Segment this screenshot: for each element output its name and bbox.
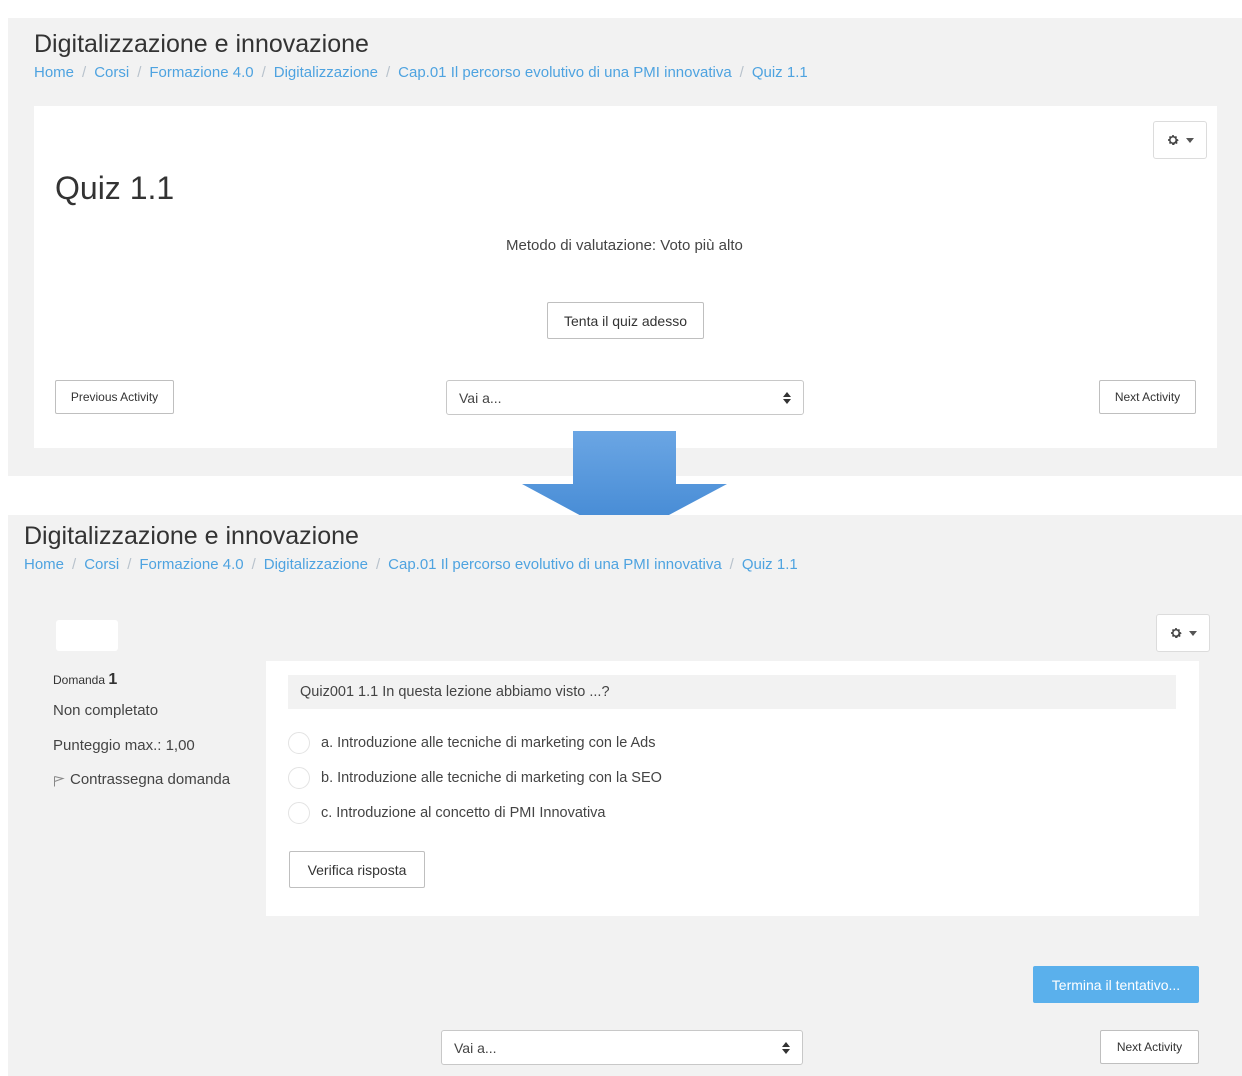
gear-icon: [1168, 135, 1179, 145]
answer-a-text: Introduzione alle tecniche di marketing …: [337, 735, 656, 751]
jump-to-value: Vai a...: [459, 389, 502, 406]
question-text: Quiz001 1.1 In questa lezione abbiamo vi…: [288, 675, 1176, 709]
breadcrumb-home[interactable]: Home: [24, 556, 64, 573]
answer-option-c[interactable]: c. Introduzione al concetto di PMI Innov…: [288, 802, 606, 824]
breadcrumb-chapter[interactable]: Cap.01 Il percorso evolutivo di una PMI …: [398, 64, 732, 81]
breadcrumb-home[interactable]: Home: [34, 64, 74, 81]
question-max-score: Punteggio max.: 1,00: [53, 737, 195, 754]
check-answer-button[interactable]: Verifica risposta: [289, 851, 425, 888]
answer-b-text: Introduzione alle tecniche di marketing …: [337, 770, 662, 786]
breadcrumb-separator: /: [127, 556, 132, 573]
breadcrumb-quiz[interactable]: Quiz 1.1: [742, 556, 798, 573]
breadcrumb: Home / Corsi / Formazione 4.0 / Digitalizzazio…: [34, 64, 808, 81]
answer-option-a[interactable]: a. Introduzione alle tecniche di marketi…: [288, 732, 655, 754]
gear-icon: [1171, 628, 1182, 638]
breadcrumb-corsi[interactable]: Corsi: [84, 556, 119, 573]
grading-method: Metodo di valutazione: Voto più alto: [506, 237, 743, 254]
breadcrumb-separator: /: [72, 556, 77, 573]
flag-question-label: Contrassegna domanda: [70, 771, 231, 788]
answer-a-radio[interactable]: [288, 732, 310, 754]
course-title: Digitalizzazione e innovazione: [24, 522, 359, 550]
breadcrumb-quiz[interactable]: Quiz 1.1: [752, 64, 808, 81]
breadcrumb: Home / Corsi / Formazione 4.0 / Digitalizzazio…: [24, 556, 798, 573]
breadcrumb-separator: /: [385, 64, 391, 81]
breadcrumb-corsi[interactable]: Corsi: [94, 64, 129, 81]
breadcrumb-separator: /: [729, 556, 734, 573]
breadcrumb-separator: /: [251, 556, 256, 573]
breadcrumb-chapter[interactable]: Cap.01 Il percorso evolutivo di una PMI …: [388, 556, 722, 573]
flag-question-link[interactable]: Contrassegna domanda: [53, 771, 230, 788]
question-number-value: 1: [108, 671, 118, 688]
previous-activity-button[interactable]: Previous Activity: [55, 380, 174, 414]
attempt-quiz-button[interactable]: Tenta il quiz adesso: [547, 302, 704, 339]
breadcrumb-separator: /: [82, 64, 87, 81]
answer-c-letter: c.: [321, 805, 333, 821]
answer-b-letter: b.: [321, 770, 334, 786]
flag-icon: [54, 776, 65, 787]
breadcrumb-digitalizzazione[interactable]: Digitalizzazione: [264, 556, 368, 573]
answer-b-radio[interactable]: [288, 767, 310, 789]
jump-to-select[interactable]: Vai a...: [441, 1030, 803, 1065]
question-status: Non completato: [53, 702, 159, 719]
page-title: Quiz 1.1: [55, 170, 175, 206]
select-arrows-icon: [782, 1041, 790, 1054]
breadcrumb-formazione[interactable]: Formazione 4.0: [139, 556, 243, 573]
jump-to-select[interactable]: Vai a...: [446, 380, 804, 415]
settings-menu-button[interactable]: [1153, 121, 1207, 159]
next-activity-button[interactable]: Next Activity: [1100, 1030, 1199, 1064]
quiz-navigation-block[interactable]: [56, 620, 118, 651]
select-arrows-icon: [783, 391, 791, 404]
breadcrumb-digitalizzazione[interactable]: Digitalizzazione: [274, 64, 378, 81]
course-title: Digitalizzazione e innovazione: [34, 30, 369, 58]
answer-c-radio[interactable]: [288, 802, 310, 824]
caret-down-icon: [1186, 137, 1194, 143]
breadcrumb-separator: /: [375, 556, 381, 573]
question-label: Domanda: [53, 673, 106, 687]
finish-attempt-button[interactable]: Termina il tentativo...: [1033, 966, 1199, 1003]
question-number: Domanda 1: [53, 671, 117, 689]
answer-c-text: Introduzione al concetto di PMI Innovati…: [336, 805, 606, 821]
answer-option-b[interactable]: b. Introduzione alle tecniche di marketi…: [288, 767, 662, 789]
jump-to-value: Vai a...: [454, 1039, 497, 1056]
breadcrumb-formazione[interactable]: Formazione 4.0: [149, 64, 253, 81]
breadcrumb-separator: /: [739, 64, 744, 81]
caret-down-icon: [1189, 630, 1197, 636]
breadcrumb-separator: /: [137, 64, 142, 81]
settings-menu-button[interactable]: [1156, 614, 1210, 652]
next-activity-button[interactable]: Next Activity: [1099, 380, 1196, 414]
breadcrumb-separator: /: [261, 64, 266, 81]
answer-a-letter: a.: [321, 735, 334, 751]
